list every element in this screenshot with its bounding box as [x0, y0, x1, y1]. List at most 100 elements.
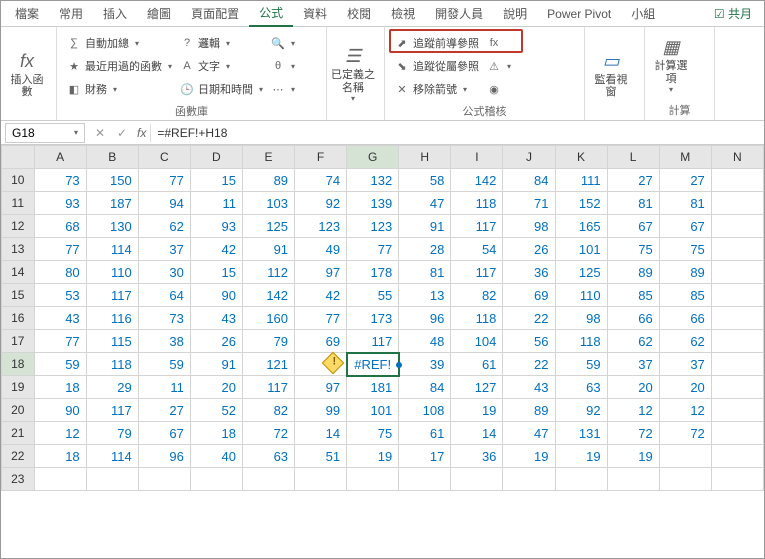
- cell-F11[interactable]: 92: [295, 192, 347, 215]
- cell-I22[interactable]: 36: [451, 445, 503, 468]
- cell-A21[interactable]: 12: [34, 422, 86, 445]
- cell-L19[interactable]: 20: [607, 376, 659, 399]
- cell-H21[interactable]: 61: [399, 422, 451, 445]
- cell-M14[interactable]: 89: [659, 261, 711, 284]
- cell-K21[interactable]: 131: [555, 422, 607, 445]
- tab-file[interactable]: 檔案: [5, 1, 49, 26]
- cell-N14[interactable]: [711, 261, 763, 284]
- cell-G13[interactable]: 77: [347, 238, 399, 261]
- cell-H17[interactable]: 48: [399, 330, 451, 353]
- lookup-button[interactable]: 🔍: [271, 33, 295, 53]
- cell-J20[interactable]: 89: [503, 399, 555, 422]
- text-button[interactable]: A文字: [180, 56, 263, 76]
- cell-C17[interactable]: 38: [138, 330, 190, 353]
- cell-H16[interactable]: 96: [399, 307, 451, 330]
- cell-A15[interactable]: 53: [34, 284, 86, 307]
- cell-D18[interactable]: 91: [190, 353, 242, 376]
- tab-developer[interactable]: 開發人員: [425, 1, 493, 26]
- cell-K19[interactable]: 63: [555, 376, 607, 399]
- cell-E15[interactable]: 142: [242, 284, 294, 307]
- cell-I23[interactable]: [451, 468, 503, 491]
- tab-view[interactable]: 檢視: [381, 1, 425, 26]
- tab-home[interactable]: 常用: [49, 1, 93, 26]
- cell-J11[interactable]: 71: [503, 192, 555, 215]
- financial-button[interactable]: ◧財務: [67, 79, 172, 99]
- cell-E11[interactable]: 103: [242, 192, 294, 215]
- share-button[interactable]: ☑ 共月: [706, 1, 760, 26]
- cell-E10[interactable]: 89: [242, 169, 294, 192]
- cell-M16[interactable]: 66: [659, 307, 711, 330]
- cell-M15[interactable]: 85: [659, 284, 711, 307]
- cell-I13[interactable]: 54: [451, 238, 503, 261]
- cell-B11[interactable]: 187: [86, 192, 138, 215]
- cell-I15[interactable]: 82: [451, 284, 503, 307]
- remove-arrows-button[interactable]: ✕移除箭號: [395, 79, 479, 99]
- cell-H19[interactable]: 84: [399, 376, 451, 399]
- cell-M13[interactable]: 75: [659, 238, 711, 261]
- cell-A11[interactable]: 93: [34, 192, 86, 215]
- cell-C23[interactable]: [138, 468, 190, 491]
- show-formulas-button[interactable]: fx: [487, 33, 511, 53]
- recent-functions-button[interactable]: ★最近用過的函數: [67, 56, 172, 76]
- cell-M19[interactable]: 20: [659, 376, 711, 399]
- cell-I11[interactable]: 118: [451, 192, 503, 215]
- cell-K11[interactable]: 152: [555, 192, 607, 215]
- cell-K23[interactable]: [555, 468, 607, 491]
- col-header-G[interactable]: G: [347, 146, 399, 169]
- cell-D16[interactable]: 43: [190, 307, 242, 330]
- cell-A19[interactable]: 18: [34, 376, 86, 399]
- cell-E13[interactable]: 91: [242, 238, 294, 261]
- cell-N18[interactable]: [711, 353, 763, 376]
- cell-A13[interactable]: 77: [34, 238, 86, 261]
- cell-A17[interactable]: 77: [34, 330, 86, 353]
- cell-A23[interactable]: [34, 468, 86, 491]
- cell-L18[interactable]: 37: [607, 353, 659, 376]
- col-header-N[interactable]: N: [711, 146, 763, 169]
- cell-A18[interactable]: 59: [34, 353, 86, 376]
- cell-M10[interactable]: 27: [659, 169, 711, 192]
- trace-precedents-button[interactable]: ⬈追蹤前導參照: [395, 33, 479, 53]
- cell-J16[interactable]: 22: [503, 307, 555, 330]
- col-header-J[interactable]: J: [503, 146, 555, 169]
- col-header-H[interactable]: H: [399, 146, 451, 169]
- cell-L21[interactable]: 72: [607, 422, 659, 445]
- cell-H23[interactable]: [399, 468, 451, 491]
- spreadsheet-grid[interactable]: ABCDEFGHIJKLMN10731507715897413258142841…: [1, 145, 764, 545]
- cell-B16[interactable]: 116: [86, 307, 138, 330]
- col-header-B[interactable]: B: [86, 146, 138, 169]
- col-header-A[interactable]: A: [34, 146, 86, 169]
- cell-B21[interactable]: 79: [86, 422, 138, 445]
- cell-F10[interactable]: 74: [295, 169, 347, 192]
- cell-C21[interactable]: 67: [138, 422, 190, 445]
- row-header-10[interactable]: 10: [2, 169, 35, 192]
- row-header-18[interactable]: 18: [2, 353, 35, 376]
- cell-K16[interactable]: 98: [555, 307, 607, 330]
- row-header-23[interactable]: 23: [2, 468, 35, 491]
- enter-formula-button[interactable]: ✓: [111, 126, 133, 140]
- cell-D23[interactable]: [190, 468, 242, 491]
- cell-L10[interactable]: 27: [607, 169, 659, 192]
- cell-K18[interactable]: 59: [555, 353, 607, 376]
- cell-F23[interactable]: [295, 468, 347, 491]
- cell-C11[interactable]: 94: [138, 192, 190, 215]
- row-header-13[interactable]: 13: [2, 238, 35, 261]
- col-header-D[interactable]: D: [190, 146, 242, 169]
- cell-J13[interactable]: 26: [503, 238, 555, 261]
- row-header-15[interactable]: 15: [2, 284, 35, 307]
- cell-B13[interactable]: 114: [86, 238, 138, 261]
- tab-powerpivot[interactable]: Power Pivot: [537, 3, 621, 25]
- col-header-L[interactable]: L: [607, 146, 659, 169]
- row-header-19[interactable]: 19: [2, 376, 35, 399]
- cell-I10[interactable]: 142: [451, 169, 503, 192]
- cell-G22[interactable]: 19: [347, 445, 399, 468]
- cell-K14[interactable]: 125: [555, 261, 607, 284]
- cell-F13[interactable]: 49: [295, 238, 347, 261]
- cell-E12[interactable]: 125: [242, 215, 294, 238]
- cell-D20[interactable]: 52: [190, 399, 242, 422]
- cell-C22[interactable]: 96: [138, 445, 190, 468]
- cell-H15[interactable]: 13: [399, 284, 451, 307]
- row-header-20[interactable]: 20: [2, 399, 35, 422]
- cell-G19[interactable]: 181: [347, 376, 399, 399]
- cell-E21[interactable]: 72: [242, 422, 294, 445]
- cell-A10[interactable]: 73: [34, 169, 86, 192]
